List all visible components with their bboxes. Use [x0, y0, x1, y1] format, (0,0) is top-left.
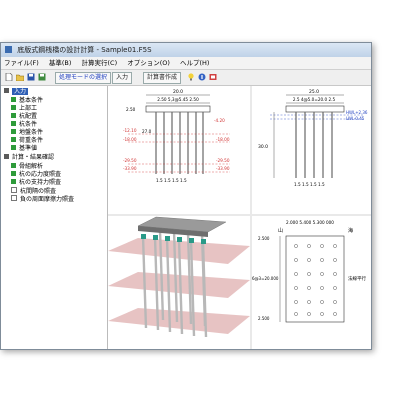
soil-layer-3 [108, 308, 250, 334]
plan-sea-label: 海 [348, 227, 353, 234]
plan-top-dims: 2.000 5.400 5.300 000 [286, 220, 334, 225]
help-icon[interactable] [198, 73, 206, 81]
menu-option[interactable]: オプション(O) [127, 59, 170, 67]
done-icon [11, 137, 16, 142]
front-right-level-1: -18.00 [216, 137, 230, 142]
hint-icon[interactable] [187, 73, 195, 81]
front-piles [155, 112, 204, 174]
tree-item-stress[interactable]: 杭の応力度照査 [11, 171, 61, 179]
tree-root-calc[interactable]: 計算・結果確認 [4, 154, 54, 162]
window-title: 底版式鋼桟橋の設計計算 - Sample01.F5S [17, 46, 152, 54]
tree-item-pile-condition[interactable]: 杭条件 [11, 121, 37, 129]
side-pile-cap [285, 105, 345, 113]
app-icon [5, 46, 12, 53]
mode-select-button[interactable]: 処理モードの選択 [55, 72, 112, 84]
menu-standard[interactable]: 基準(B) [49, 59, 72, 67]
tree-item-ground[interactable]: 地盤条件 [11, 129, 43, 137]
expand-icon [4, 88, 9, 93]
front-view: 20.0 2.50 5,3@5.45 2.50 2.50 -4.20 -12.1… [108, 86, 250, 214]
side-depth: 30.0 [258, 144, 268, 150]
front-right-level-3: -33.90 [216, 166, 230, 171]
input-button[interactable]: 入力 [112, 72, 133, 84]
tree-item-basic[interactable]: 基本条件 [11, 97, 43, 105]
menu-calc[interactable]: 計算実行(C) [82, 59, 118, 67]
pending-icon [11, 195, 17, 201]
front-right-level-2: -29.50 [216, 158, 230, 163]
main-window: 底版式鋼桟橋の設計計算 - Sample01.F5S ファイル(F) 基準(B)… [0, 42, 372, 350]
side-piles [295, 112, 333, 178]
done-icon [11, 97, 16, 102]
report-button[interactable]: 計算書作成 [143, 72, 182, 84]
done-icon [11, 145, 16, 150]
save-icon[interactable] [27, 73, 35, 81]
front-level-2: -18.00 [123, 137, 137, 142]
pile-cap [145, 105, 211, 113]
front-mid-dim: 27.0 [142, 129, 152, 134]
tree-item-load[interactable]: 荷重条件 [11, 137, 43, 145]
plan-right-text: 法線平行 [348, 275, 366, 282]
done-icon [11, 171, 16, 176]
front-elev-top: -4.20 [214, 118, 225, 123]
front-cap-dims: 2.50 5,3@5.45 2.50 [157, 97, 199, 102]
plan-left-dim-2: 6@3=20.000 [252, 276, 279, 281]
side-view: 25.0 2.5 4@5.0=20.0 2.5 HWL+2.36 LWL-0.4… [252, 86, 371, 214]
done-icon [11, 163, 16, 168]
tree-item-capacity[interactable]: 杭の支持力照査 [11, 179, 61, 187]
front-top-width: 20.0 [173, 89, 183, 95]
side-lwl: LWL-0.45 [346, 116, 365, 121]
front-level-3: -29.50 [123, 158, 137, 163]
front-left-dim: 2.50 [126, 107, 136, 112]
menu-bar: ファイル(F) 基準(B) 計算実行(C) オプション(O) ヘルプ(H) [1, 57, 371, 70]
plan-left-dim-1: 2.500 [258, 236, 270, 241]
tree-item-frame[interactable]: 骨組解析 [11, 163, 43, 171]
tree-item-pile-layout[interactable]: 杭配置 [11, 113, 37, 121]
front-level-4: -33.90 [123, 166, 137, 171]
plan-left-dim-3: 2.500 [258, 316, 270, 321]
expand-icon [4, 154, 9, 159]
front-level-1: -12.10 [123, 128, 137, 133]
title-bar: 底版式鋼桟橋の設計計算 - Sample01.F5S [1, 43, 371, 57]
plan-outline [285, 235, 345, 323]
side-cap-dims: 2.5 4@5.0=20.0 2.5 [293, 97, 336, 102]
done-icon [11, 179, 16, 184]
plan-mountain-label: 山 [278, 227, 283, 234]
front-bottom-dims: 1.5 1.5 1.5 1.5 [156, 178, 187, 183]
side-top-width: 25.0 [309, 89, 319, 95]
side-hwl: HWL+2.36 [346, 110, 368, 115]
save-as-icon[interactable] [38, 73, 46, 81]
done-icon [11, 121, 16, 126]
plan-view: 2.000 5.400 5.300 000 山 海 2.500 6@3=20.0… [252, 216, 371, 349]
tree-item-negative-friction[interactable]: 負の周面摩擦力照査 [11, 195, 74, 203]
view-panes: 20.0 2.50 5,3@5.45 2.50 2.50 -4.20 -12.1… [108, 86, 371, 349]
done-icon [11, 113, 16, 118]
menu-file[interactable]: ファイル(F) [4, 59, 39, 67]
new-file-icon[interactable] [5, 73, 13, 81]
plan-piles [294, 244, 337, 316]
tree-root-input[interactable]: 入力 [4, 88, 29, 96]
tree-item-standard[interactable]: 基準値 [11, 145, 37, 153]
3d-view [108, 216, 250, 349]
pending-icon [11, 187, 17, 193]
open-folder-icon[interactable] [16, 73, 24, 81]
done-icon [11, 129, 16, 134]
navigation-tree: 入力 基本条件 上部工 杭配置 杭条件 地盤条件 荷重条件 基準値 計算・結果確… [1, 86, 108, 349]
info-icon[interactable] [209, 73, 217, 81]
done-icon [11, 105, 16, 110]
tree-item-superstructure[interactable]: 上部工 [11, 105, 37, 113]
side-bottom-dims: 1.5 1.5 1.5 1.5 [294, 182, 325, 187]
toolbar: 処理モードの選択 入力 計算書作成 [1, 70, 371, 86]
tree-item-spacing[interactable]: 杭間隔の照査 [11, 187, 56, 195]
menu-help[interactable]: ヘルプ(H) [180, 59, 209, 67]
